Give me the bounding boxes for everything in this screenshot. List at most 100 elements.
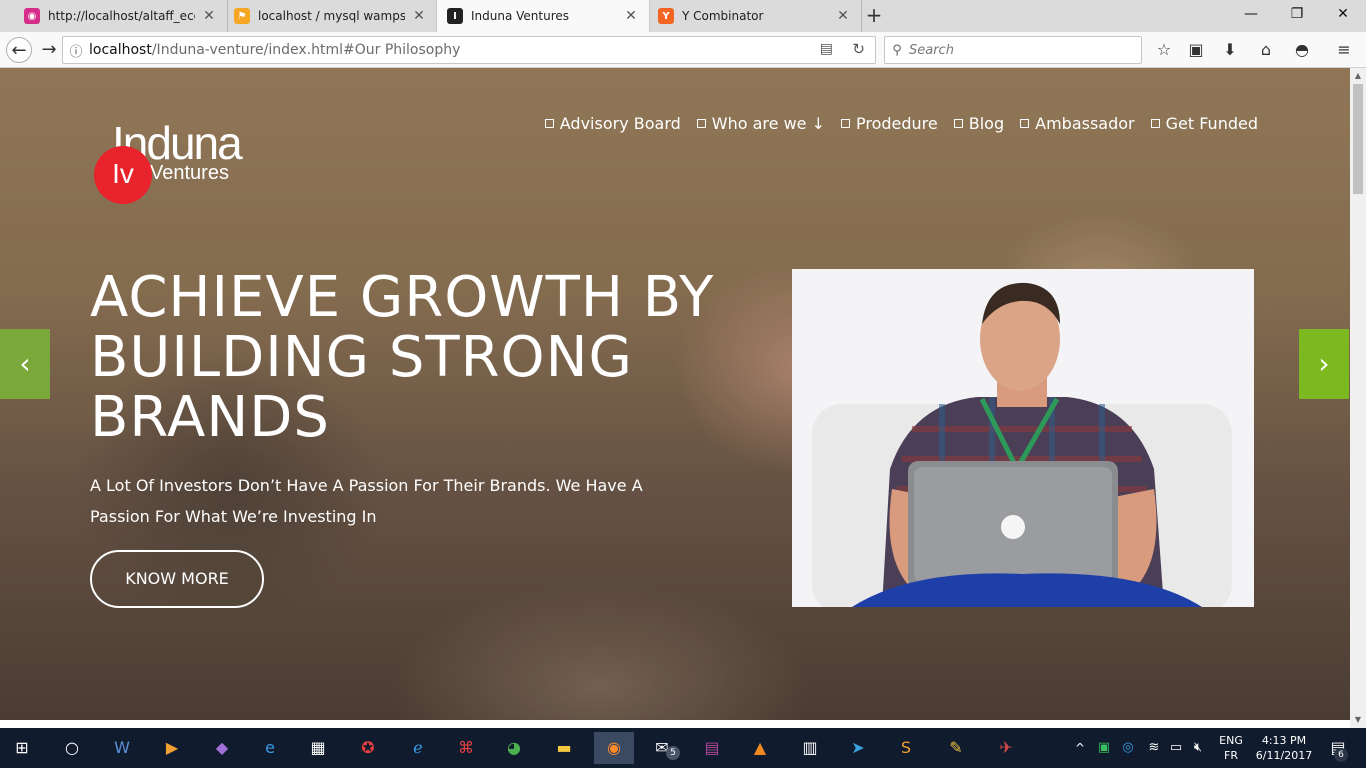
clock-time: 4:13 PM (1261, 734, 1307, 747)
square-bullet-icon (841, 119, 850, 128)
action-center-badge: 6 (1334, 748, 1348, 762)
ie-icon[interactable]: ℯ (402, 732, 434, 764)
app-red-icon[interactable]: ✪ (352, 732, 384, 764)
bookmark-star-icon[interactable]: ☆ (1152, 38, 1176, 62)
minimize-button[interactable]: — (1228, 0, 1274, 30)
store-icon[interactable]: ▦ (302, 732, 334, 764)
search-input[interactable]: ⚲ Search (884, 36, 1142, 64)
site-logo[interactable]: Induna Ventures Iv (94, 116, 274, 206)
localhost-icon: ◉ (24, 8, 40, 24)
language-top: ENG (1219, 734, 1243, 747)
menu-item-blog[interactable]: Blog (953, 114, 1005, 133)
search-placeholder: Search (909, 42, 954, 58)
scroll-up-icon[interactable]: ▲ (1350, 68, 1366, 84)
tab-title: http://localhost/altaff_ecom (48, 9, 195, 23)
tab-altaff[interactable]: ◉ http://localhost/altaff_ecom ✕ (14, 0, 228, 32)
square-bullet-icon (1020, 119, 1030, 128)
square-bullet-icon (696, 119, 706, 128)
new-tab-button[interactable]: + (862, 4, 886, 28)
back-button[interactable]: ← (6, 37, 32, 63)
search-icon: ⚲ (892, 42, 902, 58)
close-icon[interactable]: ✕ (835, 8, 851, 24)
bookmarks-library-icon[interactable]: ▣ (1184, 38, 1208, 62)
close-icon[interactable]: ✕ (201, 8, 217, 24)
wifi-icon[interactable]: ≋ (1144, 732, 1164, 764)
hero-subtitle: A Lot Of Investors Don’t Have A Passion … (90, 476, 643, 526)
clock[interactable]: 4:13 PM 6/11/2017 (1252, 733, 1316, 763)
url-host: localhost (89, 42, 152, 58)
acrobat-icon[interactable]: ⌘ (450, 732, 482, 764)
chrome-icon[interactable]: ◕ (498, 732, 530, 764)
menu-item-label: Blog (968, 114, 1005, 133)
tab-strip: ◉ http://localhost/altaff_ecom ✕ ⚑ local… (0, 0, 1366, 32)
chevron-up-icon[interactable]: ^ (1070, 732, 1090, 764)
menu-item-advisory-board[interactable]: Advisory Board (544, 114, 681, 133)
menu-item-who-are-we[interactable]: Who are we ↓ (696, 114, 825, 133)
tab-ycombinator[interactable]: Y Y Combinator ✕ (648, 0, 862, 32)
slider-prev-button[interactable]: ‹ (0, 329, 50, 399)
windows-taskbar: ⊞ ○ W ▶ ◆ e ▦ ✪ ℯ ⌘ ◕ ▬ ◉ ✉ 5 ▤ ▲ ▥ ➤ S … (0, 728, 1366, 768)
menu-item-ambassador[interactable]: Ambassador (1020, 114, 1135, 133)
square-bullet-icon (544, 119, 554, 128)
restore-button[interactable]: ❐ (1274, 0, 1320, 30)
network-icon[interactable]: ▭ (1166, 732, 1186, 764)
pocket-icon[interactable]: ◓ (1290, 38, 1314, 62)
navigation-toolbar: ← → ⓘ localhost/Induna-venture/index.htm… (0, 32, 1366, 68)
tab-title: Y Combinator (682, 9, 764, 23)
tab-phpmyadmin[interactable]: ⚑ localhost / mysql wampserv ✕ (224, 0, 438, 32)
url-bar[interactable]: ⓘ localhost/Induna-venture/index.html#Ou… (62, 36, 876, 64)
clock-date: 6/11/2017 (1255, 749, 1313, 762)
tray-sync-icon[interactable]: ◎ (1118, 732, 1138, 764)
menu-item-procedure[interactable]: Prodedure (841, 114, 938, 133)
close-icon[interactable]: ✕ (623, 8, 639, 24)
volume-muted-icon[interactable]: 🔇︎ (1188, 732, 1208, 764)
logo-badge: Iv (94, 146, 152, 204)
menu-item-label: Prodedure (856, 114, 938, 133)
sublime-icon[interactable]: S (890, 732, 922, 764)
media-player-icon[interactable]: ▶ (156, 732, 188, 764)
language-bottom: FR (1224, 749, 1238, 762)
hero-photo (792, 269, 1254, 607)
menu-item-label: Ambassador (1035, 114, 1135, 133)
visual-studio-icon[interactable]: ◆ (206, 732, 238, 764)
menu-icon[interactable]: ≡ (1332, 38, 1356, 62)
word-icon[interactable]: W (106, 732, 138, 764)
page-scrollbar[interactable]: ▲ ▼ (1350, 68, 1366, 728)
downloads-icon[interactable]: ⬇ (1218, 38, 1242, 62)
tab-title: localhost / mysql wampserv (258, 9, 405, 23)
close-icon[interactable]: ✕ (411, 8, 427, 24)
square-bullet-icon (1150, 119, 1160, 128)
hero-title: ACHIEVE GROWTH BY BUILDING STRONG BRANDS (90, 265, 715, 450)
paint-icon[interactable]: ✎ (940, 732, 972, 764)
scroll-down-icon[interactable]: ▼ (1350, 712, 1366, 728)
windows-start-icon[interactable]: ⊞ (6, 732, 38, 764)
forward-button[interactable]: → (36, 37, 62, 63)
main-menu: Advisory Board Who are we ↓ Prodedure Bl… (544, 114, 1258, 133)
hero-section: Induna Ventures Iv Advisory Board Who ar… (0, 68, 1350, 720)
reload-icon[interactable]: ↻ (852, 40, 865, 58)
language-indicator[interactable]: ENG FR (1214, 733, 1248, 763)
app-flag-icon[interactable]: ✈ (990, 732, 1022, 764)
menu-item-label: Who are we ↓ (711, 114, 825, 133)
firefox-icon[interactable]: ◉ (594, 732, 634, 764)
file-explorer-icon[interactable]: ▬ (548, 732, 580, 764)
telegram-icon[interactable]: ➤ (842, 732, 874, 764)
know-more-button[interactable]: KNOW MORE (90, 550, 264, 608)
menu-item-get-funded[interactable]: Get Funded (1150, 114, 1258, 133)
tray-app-icon[interactable]: ▣ (1094, 732, 1114, 764)
winrar-icon[interactable]: ▤ (696, 732, 728, 764)
slider-next-button[interactable]: › (1299, 329, 1349, 399)
edge-icon[interactable]: e (254, 732, 286, 764)
reader-view-icon[interactable]: ▤ (820, 41, 833, 57)
vlc-icon[interactable]: ▲ (744, 732, 776, 764)
info-icon[interactable]: ⓘ (63, 41, 89, 60)
phpmyadmin-icon: ⚑ (234, 8, 250, 24)
tab-induna-ventures[interactable]: I Induna Ventures ✕ (436, 0, 650, 32)
scrollbar-thumb[interactable] (1353, 84, 1363, 194)
cortana-icon[interactable]: ○ (56, 732, 88, 764)
ycombinator-icon: Y (658, 8, 674, 24)
app-grid-icon[interactable]: ▥ (794, 732, 826, 764)
home-icon[interactable]: ⌂ (1254, 38, 1278, 62)
close-window-button[interactable]: ✕ (1320, 0, 1366, 30)
mail-badge: 5 (666, 746, 680, 760)
